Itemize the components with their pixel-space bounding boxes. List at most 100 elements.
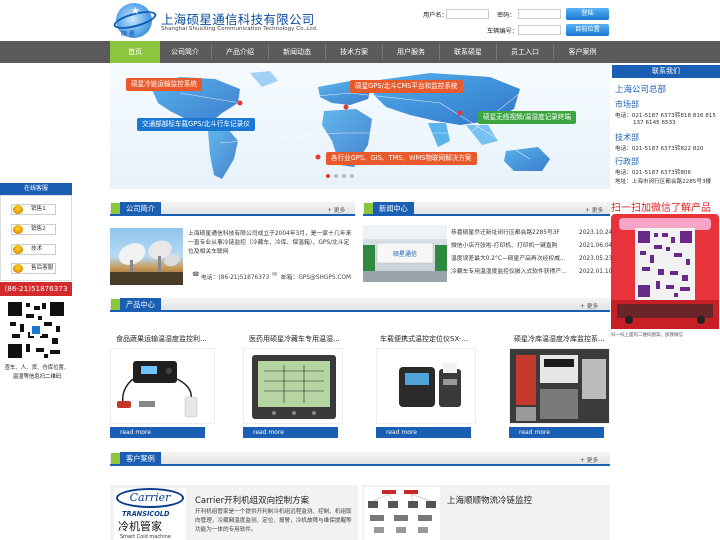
case-2-title[interactable]: 上海顺顺物流冷链监控 [447, 494, 532, 506]
username-label: 用户名： [423, 12, 448, 19]
section-arrow-icon [364, 203, 373, 214]
cases-more-link[interactable]: + 更多 [580, 455, 598, 464]
hotline-phone[interactable]: (86-21)51876373 [0, 282, 72, 296]
tech-title: 技术部 [615, 133, 639, 142]
product-title[interactable]: 食品蔬果运输温湿度监控利... [116, 334, 216, 344]
products-more-link[interactable]: + 更多 [580, 301, 598, 310]
company-name-en: Shanghai ShuoXing Communication Technolo… [161, 26, 318, 32]
login-button[interactable]: 登陆 [566, 8, 609, 20]
about-title: 公司简介 [120, 202, 161, 216]
locate-button[interactable]: 目前位置 [566, 24, 609, 36]
nav-home[interactable]: 首页 [110, 41, 160, 63]
password-label: 密码： [497, 12, 516, 19]
news-item-title[interactable]: 恭喜硕星乔迁新址闵行区都会路2285号3F [451, 227, 573, 240]
case-1-text: 开利机组管家是一个提供开利制冷机组远程监测、控制、机组取向管理，冷藏厢温度监测、… [195, 509, 352, 533]
product-title[interactable]: 硕星冷库温湿度冷库监控系... [514, 334, 609, 344]
news-item[interactable]: 温度误差最大0.2°C—硕星产品再次经权威... 2023.05.23 [451, 253, 612, 266]
banner-tag-iot-solution[interactable]: 各行业GPS、GIS、TMS、WMS物联网解决方案 [326, 152, 477, 165]
logo-star-icon: ★ [131, 6, 140, 17]
about-email[interactable]: 邮箱：GPS@SHGPS.COM [281, 272, 351, 281]
news-item-title[interactable]: 微信小店开张啦-打印机、打印机一键直购 [451, 240, 573, 253]
nav-cases[interactable]: 客户案例 [555, 41, 610, 63]
service-qr-code[interactable] [6, 300, 66, 360]
section-arrow-icon [111, 203, 120, 214]
nav-contact[interactable]: 联系硕星 [441, 41, 495, 63]
satellite-dish-photo [110, 228, 183, 285]
banner-tag-video-terminal[interactable]: 硕星无线视频/温湿度记录终端 [478, 111, 576, 124]
product-read-more[interactable]: read more [110, 427, 205, 438]
carrier-logo: Carrier TRANSICOLD 冷机管家 Smart Cold machi… [114, 488, 186, 540]
news-item-date: 2022.01.10 [579, 269, 613, 275]
wechat-qr-image[interactable] [611, 214, 719, 329]
about-more-link[interactable]: + 更多 [327, 205, 345, 214]
nav-divider [496, 44, 497, 60]
product-read-more[interactable]: read more [243, 427, 338, 438]
news-item-date: 2023.10.24 [579, 230, 613, 236]
svg-text:硕星通信: 硕星通信 [393, 250, 417, 258]
admin-phone: 电话：021-5187 6373转806 [615, 170, 691, 176]
product-image-coldroom[interactable] [509, 348, 610, 424]
contact-header: 联系我们 [612, 65, 720, 78]
nav-divider [268, 44, 269, 60]
qq-icon [13, 205, 23, 214]
nav-divider [325, 44, 326, 60]
nav-divider [382, 44, 383, 60]
products-title: 产品中心 [120, 298, 161, 312]
about-text: 上海硕星通信科技有限公司成立于2004年3月，是一家十几年来一直专业从事冷链监控… [188, 231, 352, 255]
banner-tag-recorder[interactable]: 交通部部标车载GPS/北斗行车记录仪 [137, 118, 255, 131]
news-title: 新闻中心 [373, 202, 414, 216]
news-item[interactable]: 冷藏车专用温湿度监控仪嵌入式软件获得产... 2022.01.10 [451, 266, 613, 279]
nav-divider [211, 44, 212, 60]
password-input[interactable] [518, 9, 561, 19]
product-read-more[interactable]: read more [376, 427, 471, 438]
news-item-date: 2021.06.04 [579, 243, 613, 249]
nav-tech[interactable]: 技术方案 [327, 41, 381, 63]
nav-news[interactable]: 新闻动态 [270, 41, 324, 63]
qq-icon [13, 245, 23, 254]
products-section-bar [110, 298, 610, 312]
hq-title: 上海公司总部 [615, 85, 667, 95]
product-image-logger[interactable] [110, 348, 215, 424]
username-input[interactable] [446, 9, 489, 19]
site-header [0, 0, 720, 41]
section-arrow-icon [111, 453, 120, 464]
product-read-more[interactable]: read more [509, 427, 604, 438]
product-image-portable[interactable] [376, 348, 476, 424]
logo-text: 硕 星 [121, 31, 135, 38]
product-title[interactable]: 车载便携式温控定位仪SX-... [380, 334, 480, 344]
vehicle-label: 车辆编号： [487, 28, 518, 35]
section-arrow-icon [111, 299, 120, 310]
nav-service[interactable]: 用户服务 [384, 41, 438, 63]
carrier-en-name: Smart Cold machine [120, 534, 171, 540]
tech-phone: 电话：021-5187 6373转822 820 [615, 146, 704, 152]
case-1-title[interactable]: Carrier开利机组双向控制方案 [195, 494, 309, 506]
market-phone-2: 137 6145 6533 [633, 120, 676, 126]
hero-banner[interactable]: 硕星冷链运输监控系统 硕星GPS/北斗CMS平台和监控系统 交通部部标车载GPS… [110, 63, 610, 189]
news-item[interactable]: 微信小店开张啦-打印机、打印机一键直购 2021.06.04 [451, 240, 613, 253]
case-2-diagram [364, 487, 440, 540]
news-item-title[interactable]: 冷藏车专用温湿度监控仪嵌入式软件获得产... [451, 266, 573, 279]
banner-tag-cms-platform[interactable]: 硕星GPS/北斗CMS平台和监控系统 [350, 80, 463, 93]
vehicle-input[interactable] [518, 25, 561, 35]
news-item-title[interactable]: 温度误差最大0.2°C—硕星产品再次经权威... [451, 253, 573, 266]
nav-about[interactable]: 公司简介 [160, 41, 210, 63]
qr-note: 扫一扫上面的二维码图案，加我微信 [611, 333, 683, 338]
news-more-link[interactable]: + 更多 [585, 205, 603, 214]
online-service-header: 在线客服 [0, 183, 72, 195]
office-photo: 硕星通信 [363, 225, 447, 282]
news-item[interactable]: 恭喜硕星乔迁新址闵行区都会路2285号3F 2023.10.24 [451, 227, 613, 240]
mail-icon: ✉ [272, 271, 278, 278]
product-image-recorder[interactable] [243, 348, 343, 424]
carrier-cn-name: 冷机管家 [118, 520, 162, 533]
carrier-wordmark: Carrier [116, 488, 184, 508]
banner-tag-cold-chain[interactable]: 硕星冷链运输监控系统 [126, 78, 202, 91]
market-title: 市场部 [615, 100, 639, 109]
carrier-subtitle: TRANSICOLD [122, 510, 170, 518]
nav-products[interactable]: 产品介绍 [213, 41, 267, 63]
wechat-scan-title: 扫一扫加微信了解产品 [611, 203, 711, 214]
service-qr-note: 查车、人、货、仓库位置、温湿等信息扫二维码 [4, 365, 70, 380]
product-title[interactable]: 医药用硕星冷藏车专用温湿... [249, 334, 349, 344]
qq-icon [13, 264, 23, 273]
nav-staff[interactable]: 员工入口 [498, 41, 552, 63]
nav-divider [439, 44, 440, 60]
